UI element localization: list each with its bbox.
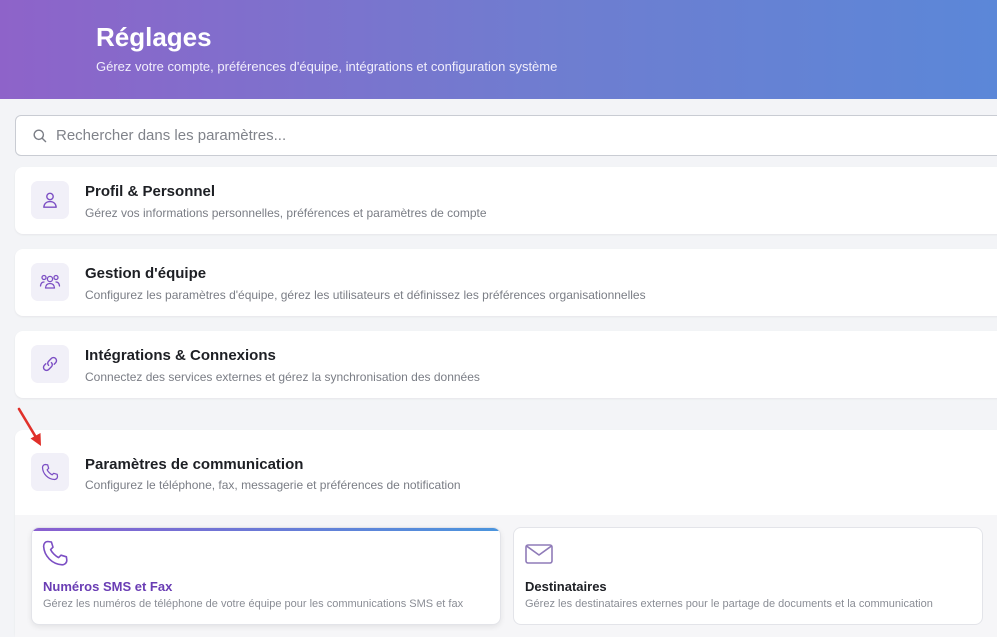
section-title: Paramètres de communication <box>85 456 304 473</box>
user-icon <box>43 192 57 208</box>
section-description: Gérez vos informations personnelles, pré… <box>85 206 487 220</box>
section-profile[interactable]: Profil & Personnel Gérez vos information… <box>15 167 997 234</box>
section-team[interactable]: Gestion d'équipe Configurez les paramètr… <box>15 249 997 316</box>
section-icon-box <box>31 345 69 383</box>
section-title: Gestion d'équipe <box>85 265 207 282</box>
subsection-description: Gérez les destinataires externes pour le… <box>525 598 933 610</box>
settings-header: Réglages Gérez votre compte, préférences… <box>0 0 997 99</box>
subsection-title: Numéros SMS et Fax <box>43 579 173 594</box>
annotation-arrow-icon <box>17 407 41 446</box>
active-indicator <box>32 528 500 531</box>
section-description: Connectez des services externes et gérez… <box>85 370 480 384</box>
section-title: Intégrations & Connexions <box>85 347 276 364</box>
section-description: Configurez le téléphone, fax, messagerie… <box>85 478 461 492</box>
section-icon-box <box>31 181 69 219</box>
section-integrations[interactable]: Intégrations & Connexions Connectez des … <box>15 331 997 398</box>
page-subtitle: Gérez votre compte, préférences d'équipe… <box>96 59 558 74</box>
subsection-title: Destinataires <box>525 579 607 594</box>
section-icon-box <box>31 263 69 301</box>
page-title: Réglages <box>96 22 212 52</box>
section-title: Profil & Personnel <box>85 183 216 200</box>
communication-subsections: Numéros SMS et Fax Gérez les numéros de … <box>15 515 997 637</box>
subsection-sms-fax[interactable]: Numéros SMS et Fax Gérez les numéros de … <box>31 527 501 625</box>
team-icon <box>39 274 61 289</box>
phone-icon <box>42 540 68 566</box>
section-icon-box <box>31 453 69 491</box>
search-input[interactable] <box>56 116 956 155</box>
link-icon <box>42 356 58 372</box>
mail-icon <box>525 544 553 564</box>
subsection-description: Gérez les numéros de téléphone de votre … <box>43 598 464 610</box>
search-icon <box>33 129 47 143</box>
settings-search[interactable] <box>15 115 997 156</box>
section-description: Configurez les paramètres d'équipe, gére… <box>85 288 646 302</box>
phone-icon <box>41 463 59 481</box>
section-communication[interactable]: Paramètres de communication Configurez l… <box>15 430 997 637</box>
subsection-recipients[interactable]: Destinataires Gérez les destinataires ex… <box>513 527 983 625</box>
